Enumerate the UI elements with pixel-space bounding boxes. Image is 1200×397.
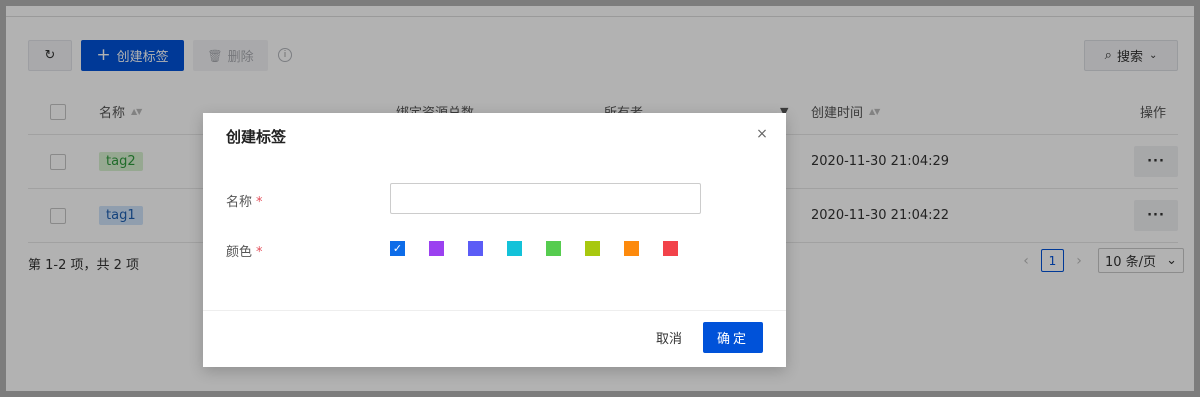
check-icon: ✓ bbox=[392, 242, 403, 255]
color-swatch[interactable] bbox=[507, 241, 522, 256]
create-tag-dialog: 创建标签 × 名称 * 颜色 * ✓ 取消 确定 bbox=[203, 113, 786, 367]
confirm-button[interactable]: 确定 bbox=[703, 322, 763, 353]
color-swatch[interactable] bbox=[585, 241, 600, 256]
color-swatch[interactable] bbox=[663, 241, 678, 256]
name-label-text: 名称 bbox=[226, 195, 253, 210]
dialog-title: 创建标签 bbox=[226, 128, 287, 146]
cancel-button[interactable]: 取消 bbox=[643, 322, 695, 353]
color-swatch[interactable] bbox=[624, 241, 639, 256]
dialog-footer-divider bbox=[203, 310, 786, 311]
color-swatch[interactable] bbox=[546, 241, 561, 256]
color-swatch[interactable]: ✓ bbox=[390, 241, 405, 256]
name-field-label: 名称 * bbox=[226, 191, 263, 210]
color-label-text: 颜色 bbox=[226, 245, 253, 260]
color-swatch[interactable] bbox=[468, 241, 483, 256]
color-field-label: 颜色 * bbox=[226, 241, 263, 260]
close-icon[interactable]: × bbox=[754, 126, 770, 142]
required-mark: * bbox=[256, 245, 263, 260]
required-mark: * bbox=[256, 195, 263, 210]
tag-name-input[interactable] bbox=[390, 183, 701, 214]
color-picker: ✓ bbox=[390, 241, 702, 256]
color-swatch[interactable] bbox=[429, 241, 444, 256]
